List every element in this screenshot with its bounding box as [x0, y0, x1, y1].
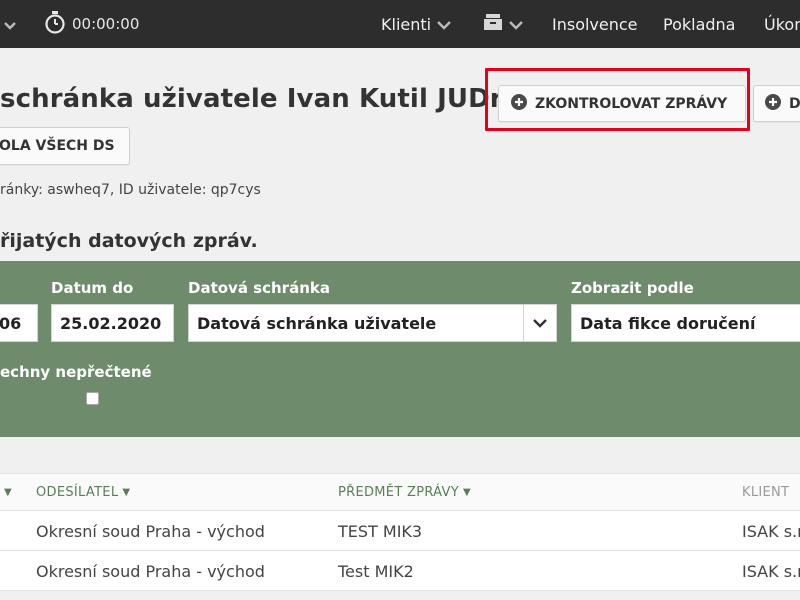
unread-checkbox[interactable]	[86, 392, 99, 405]
unread-label: echny nepřečtené	[0, 363, 152, 381]
archive-box-icon	[483, 13, 503, 35]
row-subject: Test MIK2	[338, 561, 414, 581]
row-sender: Okresní soud Praha - východ	[36, 521, 265, 541]
row-sender: Okresní soud Praha - východ	[36, 561, 265, 581]
box-select[interactable]: Datová schránka uživatele	[188, 304, 557, 342]
timer[interactable]: 00:00:00	[44, 6, 139, 42]
all-boxes-button[interactable]: OLA VŠECH DS	[0, 127, 130, 165]
row-client: ISAK s.r	[742, 561, 800, 581]
all-boxes-label: OLA VŠECH DS	[0, 138, 115, 154]
column-client[interactable]: KLIENT	[742, 474, 789, 510]
nav-clients-label: Klienti	[381, 14, 432, 34]
chevron-down-icon	[509, 15, 523, 34]
date-to-input[interactable]: 25.02.2020	[51, 304, 174, 342]
table-header: ▼ ODESÍLATEL ▼ PŘEDMĚT ZPRÁVY ▼ KLIENT	[0, 473, 800, 511]
sort-arrow-icon[interactable]: ▼	[0, 474, 12, 510]
nav-clients[interactable]: Klienti	[381, 0, 451, 48]
next-action-button[interactable]: D	[753, 85, 800, 122]
nav-tasks[interactable]: Úkon	[764, 0, 800, 48]
nav-archive[interactable]	[483, 0, 523, 48]
next-action-label: D	[789, 95, 800, 112]
table-row[interactable]: Okresní soud Praha - východ TEST MIK3 IS…	[0, 511, 800, 551]
chevron-down-icon[interactable]	[4, 16, 16, 35]
highlight-box	[485, 68, 750, 131]
box-select-value: Datová schránka uživatele	[197, 313, 437, 333]
column-sender[interactable]: ODESÍLATEL ▼	[36, 474, 130, 510]
nav-insolvency[interactable]: Insolvence	[552, 0, 638, 48]
page-title: schránka uživatele Ivan Kutil JUDr.	[0, 84, 509, 114]
date-to-label: Datum do	[51, 279, 134, 297]
display-by-select[interactable]: Data fikce doručení	[571, 304, 800, 342]
column-subject-label: PŘEDMĚT ZPRÁVY	[338, 484, 459, 500]
column-sender-label: ODESÍLATEL	[36, 484, 119, 500]
stopwatch-icon	[44, 10, 66, 38]
date-from-input[interactable]: 06	[0, 304, 38, 342]
section-title: řijatých datových zpráv.	[0, 230, 258, 252]
timer-value: 00:00:00	[72, 15, 140, 33]
top-navbar: 00:00:00 Klienti Insolvence Pokladna Úko…	[0, 0, 800, 48]
nav-cashbox[interactable]: Pokladna	[663, 0, 735, 48]
table-row[interactable]: Okresní soud Praha - východ Test MIK2 IS…	[0, 551, 800, 591]
column-subject[interactable]: PŘEDMĚT ZPRÁVY ▼	[338, 474, 471, 510]
row-subject: TEST MIK3	[338, 521, 423, 541]
box-meta-info: ránky: aswheq7, ID uživatele: qp7cys	[0, 182, 261, 198]
chevron-down-icon	[437, 15, 451, 34]
chevron-down-icon[interactable]	[523, 305, 556, 341]
display-by-label: Zobrazit podle	[571, 279, 694, 297]
sort-arrow-icon: ▼	[462, 486, 471, 498]
row-client: ISAK s.r	[742, 521, 800, 541]
plus-circle-icon	[765, 93, 789, 114]
box-select-label: Datová schránka	[188, 279, 330, 297]
sort-arrow-icon: ▼	[122, 486, 131, 498]
